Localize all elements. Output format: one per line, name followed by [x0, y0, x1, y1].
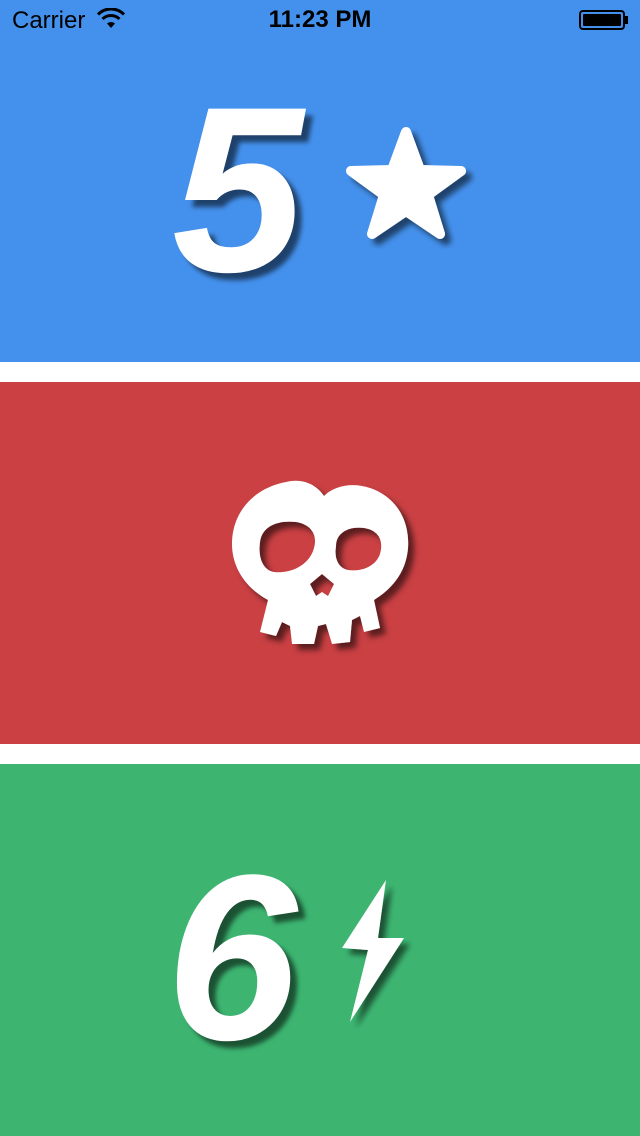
star-count: 5: [172, 58, 304, 322]
lightning-bolt-icon: [342, 880, 404, 1022]
star-icon: [346, 127, 466, 239]
blue-panel[interactable]: [0, 0, 640, 362]
app-screen: Carrier 11:23 PM 5 6: [0, 0, 640, 1136]
energy-count: 6: [166, 826, 298, 1090]
battery-icon: [579, 10, 628, 30]
status-bar: Carrier 11:23 PM: [0, 0, 640, 40]
skull-icon: [232, 480, 409, 644]
status-time: 11:23 PM: [268, 6, 372, 33]
green-panel[interactable]: [0, 764, 640, 1136]
